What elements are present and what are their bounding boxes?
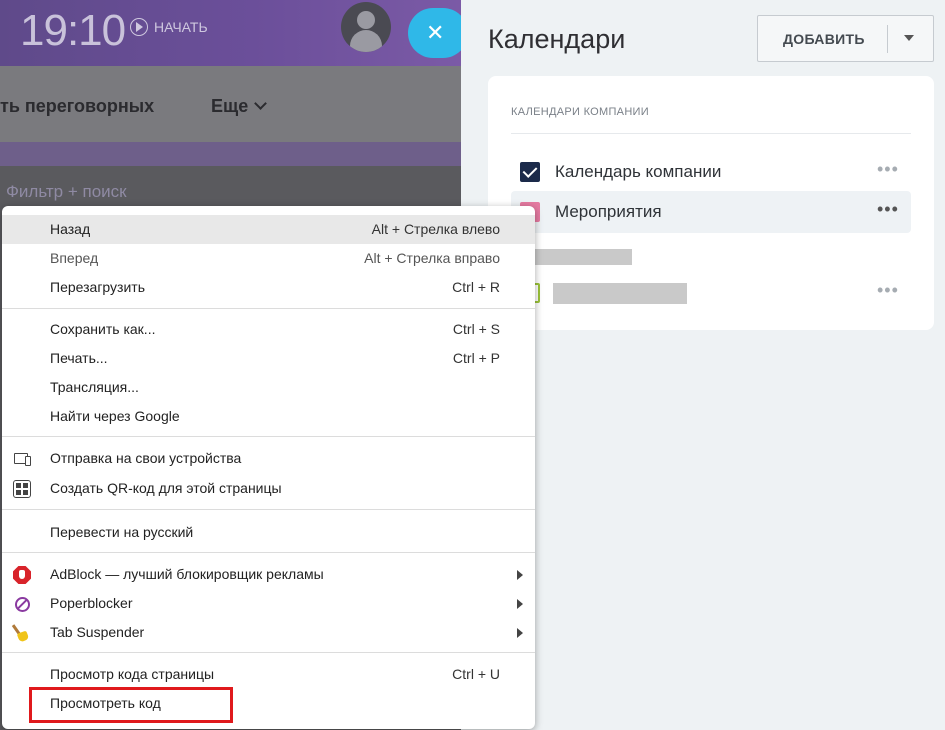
menu-item-forward[interactable]: Вперед Alt + Стрелка вправо (2, 244, 535, 273)
more-icon[interactable]: ••• (877, 199, 899, 220)
menu-separator (2, 436, 535, 437)
avatar[interactable] (341, 2, 391, 52)
user-body-icon (350, 30, 382, 52)
start-button[interactable]: НАЧАТЬ (130, 18, 208, 36)
menu-item-translate[interactable]: Перевести на русский (2, 518, 535, 547)
redacted-text (553, 283, 687, 304)
menu-item-save-as[interactable]: Сохранить как... Ctrl + S (2, 315, 535, 344)
calendar-name: Мероприятия (555, 202, 662, 221)
chevron-down-icon[interactable] (904, 35, 914, 41)
menu-item-print[interactable]: Печать... Ctrl + P (2, 344, 535, 373)
menu-item-label: AdBlock — лучший блокировщик рекламы (50, 566, 324, 582)
add-button-label: ДОБАВИТЬ (783, 31, 865, 47)
menu-item-label: Печать... (50, 350, 108, 366)
menu-item-shortcut: Ctrl + R (452, 279, 500, 295)
menu-separator (2, 308, 535, 309)
menu-item-tab-suspender[interactable]: Tab Suspender (2, 618, 535, 647)
page-title: Календари (488, 24, 626, 54)
menu-item-shortcut: Ctrl + P (452, 350, 500, 366)
menu-item-qr-code[interactable]: Создать QR-код для этой страницы (2, 474, 535, 503)
calendar-item-redacted[interactable]: ••• (511, 272, 911, 314)
menu-item-label: Tab Suspender (50, 624, 145, 640)
menu-item-adblock[interactable]: AdBlock — лучший блокировщик рекламы (2, 560, 535, 589)
nav-more-label: Еще (211, 96, 249, 116)
menu-item-shortcut: Alt + Стрелка вправо (364, 250, 500, 266)
calendar-item-events[interactable]: Мероприятия ••• (511, 191, 911, 233)
menu-item-send-to-devices[interactable]: Отправка на свои устройства (2, 444, 535, 473)
menu-item-shortcut: Ctrl + U (452, 666, 500, 682)
close-icon: ✕ (426, 20, 445, 45)
menu-item-reload[interactable]: Перезагрузить Ctrl + R (2, 273, 535, 302)
divider (511, 133, 911, 134)
poperblocker-icon (15, 597, 30, 612)
menu-item-label: Найти через Google (50, 408, 180, 424)
menu-item-label: Сохранить как... (50, 321, 156, 337)
nav-item-meeting-rooms[interactable]: ть переговорных (0, 96, 154, 117)
calendar-item-company[interactable]: Календарь компании ••• (511, 151, 911, 193)
user-head-icon (357, 11, 375, 29)
menu-item-shortcut: Ctrl + S (452, 321, 500, 337)
menu-separator (2, 552, 535, 553)
menu-item-label: Отправка на свои устройства (50, 450, 242, 466)
menu-item-label: Просмотр кода страницы (50, 666, 215, 682)
menu-item-label: Назад (50, 221, 91, 237)
play-icon (130, 18, 148, 36)
menu-item-label: Poperblocker (50, 595, 133, 611)
devices-icon (13, 450, 31, 468)
menu-item-label: Трансляция... (50, 379, 139, 395)
chevron-right-icon (517, 599, 523, 609)
more-icon[interactable]: ••• (877, 280, 899, 301)
menu-item-label: Перезагрузить (50, 279, 145, 295)
menu-item-cast[interactable]: Трансляция... (2, 373, 535, 402)
add-button[interactable]: ДОБАВИТЬ (757, 15, 934, 62)
menu-item-label: Перевести на русский (50, 524, 194, 540)
menu-separator (2, 652, 535, 653)
filter-search-input[interactable]: Фильтр + поиск (6, 182, 127, 202)
calendar-name: Календарь компании (555, 162, 722, 181)
chevron-right-icon (517, 570, 523, 580)
calendar-list-card: КАЛЕНДАРИ КОМПАНИИ Календарь компании ••… (488, 76, 934, 330)
adblock-icon (13, 566, 31, 584)
nav-more-button[interactable]: Еще (211, 96, 268, 117)
menu-item-search-google[interactable]: Найти через Google (2, 402, 535, 431)
menu-item-poperblocker[interactable]: Poperblocker (2, 589, 535, 618)
menu-item-shortcut: Alt + Стрелка влево (371, 221, 500, 237)
context-menu: Назад Alt + Стрелка влево Вперед Alt + С… (2, 206, 535, 729)
menu-item-back[interactable]: Назад Alt + Стрелка влево (2, 215, 535, 244)
filter-band (0, 142, 461, 166)
broom-icon (13, 624, 31, 642)
clock-time: 19:10 (20, 6, 126, 55)
app-header: 19:10 НАЧАТЬ ✕ (0, 0, 461, 66)
start-label: НАЧАТЬ (154, 19, 208, 35)
close-button[interactable]: ✕ (408, 8, 461, 58)
add-button-divider (887, 25, 888, 53)
menu-item-view-source[interactable]: Просмотр кода страницы Ctrl + U (2, 660, 535, 689)
chevron-right-icon (517, 628, 523, 638)
highlight-box (29, 687, 233, 723)
section-title: КАЛЕНДАРИ КОМПАНИИ (511, 106, 649, 118)
checkbox-checked[interactable] (520, 162, 540, 182)
menu-item-label: Создать QR-код для этой страницы (50, 480, 282, 496)
more-icon[interactable]: ••• (877, 159, 899, 180)
qr-code-icon (13, 480, 31, 498)
chevron-down-icon (254, 97, 268, 110)
menu-item-label: Вперед (50, 250, 99, 266)
redacted-text (535, 249, 632, 265)
menu-separator (2, 509, 535, 510)
